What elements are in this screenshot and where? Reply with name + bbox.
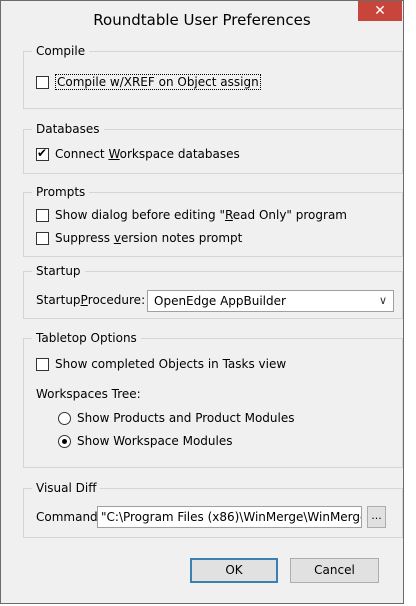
compile-group-label: Compile: [32, 43, 90, 59]
suppress-notes-checkbox[interactable]: Suppress version notes prompt: [36, 231, 242, 245]
connect-workspace-label: Connect Workspace databases: [55, 147, 240, 161]
show-completed-label: Show completed Objects in Tasks view: [55, 357, 287, 371]
radio-products-label: Show Products and Product Modules: [77, 411, 295, 425]
startup-label-post: rocedure:: [87, 293, 146, 307]
startup-group-label: Startup: [32, 263, 85, 279]
visual-diff-group: Visual Diff Command: "C:\Program Files (…: [23, 480, 403, 538]
show-completed-checkbox[interactable]: Show completed Objects in Tasks view: [36, 357, 286, 371]
compile-xref-checkbox[interactable]: Compile w/XREF on Object assign: [36, 74, 261, 90]
connect-workspace-box[interactable]: [36, 146, 49, 161]
cancel-button[interactable]: Cancel: [290, 558, 379, 583]
show-dialog-label-post: ead Only" program: [232, 208, 347, 222]
connect-workspace-checkbox[interactable]: Connect Workspace databases: [36, 146, 240, 161]
startup-label-pre: Startup: [36, 293, 81, 307]
prompts-group: Prompts Show dialog before editing "Read…: [23, 184, 403, 257]
connect-label-pre: Connect: [55, 147, 109, 161]
title-bar: Roundtable User Preferences ✕: [1, 1, 403, 37]
suppress-label-post: ersion notes prompt: [120, 231, 243, 245]
show-dialog-label-accel: R: [224, 208, 233, 222]
radio-workspace-circle[interactable]: [58, 434, 71, 448]
show-dialog-checkbox[interactable]: Show dialog before editing "Read Only" p…: [36, 208, 347, 222]
command-input[interactable]: "C:\Program Files (x86)\WinMerge\WinMerg…: [97, 506, 362, 528]
dialog-title: Roundtable User Preferences: [93, 11, 311, 29]
suppress-notes-box[interactable]: [36, 231, 49, 245]
prompts-group-label: Prompts: [32, 184, 90, 200]
startup-procedure-label: Startup Procedure:: [36, 293, 145, 307]
radio-products-modules[interactable]: Show Products and Product Modules: [58, 411, 294, 425]
preferences-dialog: Roundtable User Preferences ✕ Compile Co…: [0, 0, 404, 604]
suppress-notes-label: Suppress version notes prompt: [55, 231, 242, 245]
radio-products-circle[interactable]: [58, 411, 71, 425]
compile-group: Compile Compile w/XREF on Object assign: [23, 43, 403, 109]
browse-button[interactable]: ...: [367, 506, 386, 528]
suppress-label-pre: Suppress: [55, 231, 114, 245]
connect-label-post: orkspace databases: [119, 147, 240, 161]
command-label: Command:: [36, 510, 102, 524]
connect-label-accel: W: [108, 147, 120, 161]
databases-group-label: Databases: [32, 121, 104, 137]
databases-group: Databases Connect Workspace databases: [23, 121, 403, 174]
show-dialog-label: Show dialog before editing "Read Only" p…: [55, 208, 347, 222]
ok-button[interactable]: OK: [190, 558, 278, 583]
radio-workspace-modules[interactable]: Show Workspace Modules: [58, 434, 232, 448]
startup-procedure-value: OpenEdge AppBuilder: [154, 294, 286, 308]
show-completed-box[interactable]: [36, 357, 49, 371]
visual-diff-group-label: Visual Diff: [32, 480, 101, 496]
close-button[interactable]: ✕: [358, 1, 402, 21]
chevron-down-icon: ∨: [378, 294, 387, 307]
show-dialog-box[interactable]: [36, 208, 49, 222]
suppress-label-accel: v: [113, 231, 121, 245]
command-value: "C:\Program Files (x86)\WinMerge\WinMerg…: [101, 510, 361, 524]
radio-workspace-label: Show Workspace Modules: [77, 434, 233, 448]
compile-xref-box[interactable]: [36, 75, 49, 89]
startup-label-accel: P: [80, 293, 88, 307]
tabletop-group-label: Tabletop Options: [32, 330, 141, 346]
startup-group: Startup Startup Procedure: OpenEdge AppB…: [23, 263, 403, 319]
startup-procedure-select[interactable]: OpenEdge AppBuilder ∨: [147, 290, 394, 312]
tabletop-group: Tabletop Options Show completed Objects …: [23, 330, 403, 468]
close-icon: ✕: [374, 3, 386, 19]
workspaces-tree-label: Workspaces Tree:: [36, 387, 141, 401]
compile-xref-label: Compile w/XREF on Object assign: [55, 74, 261, 90]
show-dialog-label-pre: Show dialog before editing ": [55, 208, 225, 222]
